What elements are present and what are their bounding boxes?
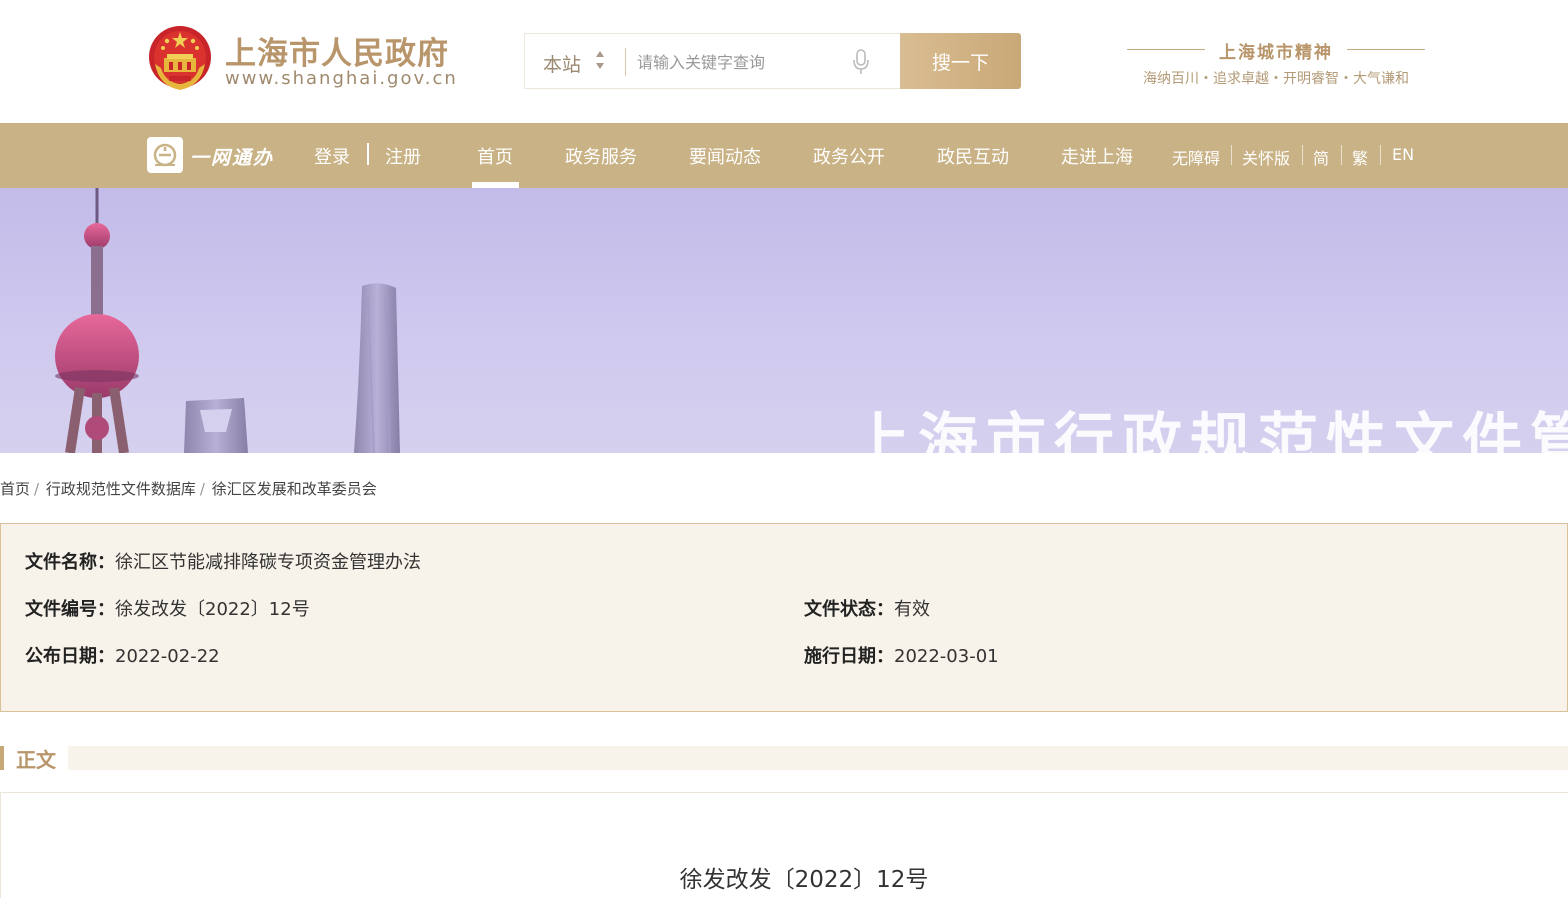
tool-divider: [1341, 145, 1342, 165]
english-link[interactable]: EN: [1392, 145, 1414, 164]
document-info-panel: 文件名称：徐汇区节能减排降碳专项资金管理办法 文件编号：徐发改发〔2022〕12…: [0, 523, 1568, 712]
accessibility-link[interactable]: 无障碍: [1172, 145, 1220, 169]
nav-item-news[interactable]: 要闻动态: [689, 143, 761, 169]
spirit-title: 上海城市精神: [1219, 43, 1333, 63]
publish-date-row: 公布日期：2022-02-22: [25, 642, 220, 668]
microphone-icon[interactable]: [851, 48, 871, 76]
effective-date-value: 2022-03-01: [894, 646, 999, 667]
nav-item-services[interactable]: 政务服务: [565, 143, 637, 169]
breadcrumb: 首页 / 行政规范性文件数据库 / 徐汇区发展和改革委员会: [0, 478, 379, 499]
spirit-subtitle: 海纳百川・追求卓越・开明睿智・大气谦和: [1143, 71, 1409, 87]
nav-item-interaction[interactable]: 政民互动: [937, 143, 1009, 169]
breadcrumb-separator: /: [34, 480, 40, 498]
search-scope-select[interactable]: 本站: [543, 50, 581, 77]
simplified-chinese-link[interactable]: 简: [1313, 145, 1329, 169]
nav-item-about-shanghai[interactable]: 走进上海: [1061, 143, 1133, 169]
search-divider: [625, 48, 626, 76]
section-header-bar: [0, 746, 1568, 770]
doc-name-value: 徐汇区节能减排降碳专项资金管理办法: [115, 552, 421, 573]
search-input[interactable]: [637, 46, 837, 78]
doc-status-row: 文件状态：有效: [804, 595, 930, 621]
doc-name-label: 文件名称：: [25, 552, 115, 573]
login-link[interactable]: 登录: [314, 143, 350, 169]
site-title: 上海市人民政府: [225, 36, 449, 72]
breadcrumb-database[interactable]: 行政规范性文件数据库: [46, 480, 196, 498]
nav-item-disclosure[interactable]: 政务公开: [813, 143, 885, 169]
doc-name-row: 文件名称：徐汇区节能减排降碳专项资金管理办法: [25, 548, 421, 574]
main-nav: 一网通办 登录 注册 首页 政务服务 要闻动态 政务公开 政民互动 走进上海 无…: [0, 123, 1568, 188]
sort-arrows-icon[interactable]: [595, 48, 605, 72]
breadcrumb-department[interactable]: 徐汇区发展和改革委员会: [212, 480, 377, 498]
national-emblem-icon: [149, 26, 211, 90]
doc-number-label: 文件编号：: [25, 599, 115, 620]
tool-divider: [1231, 145, 1232, 165]
breadcrumb-home[interactable]: 首页: [0, 480, 30, 498]
section-title: 正文: [16, 748, 56, 772]
site-header: 上海市人民政府 www.shanghai.gov.cn 本站 搜一下 上海城市精…: [0, 0, 1568, 123]
doc-number-row: 文件编号：徐发改发〔2022〕12号: [25, 595, 310, 621]
effective-date-label: 施行日期：: [804, 646, 894, 667]
search-button[interactable]: 搜一下: [900, 33, 1021, 89]
publish-date-value: 2022-02-22: [115, 646, 220, 667]
doc-number-value: 徐发改发〔2022〕12号: [115, 599, 310, 620]
elder-mode-link[interactable]: 关怀版: [1242, 145, 1290, 169]
search-box: 本站: [524, 33, 901, 89]
breadcrumb-separator: /: [199, 480, 205, 498]
site-url: www.shanghai.gov.cn: [225, 68, 458, 89]
doc-status-value: 有效: [894, 599, 930, 620]
tool-divider: [1380, 145, 1381, 165]
tool-divider: [1302, 145, 1303, 165]
effective-date-row: 施行日期：2022-03-01: [804, 642, 999, 668]
doc-status-label: 文件状态：: [804, 599, 894, 620]
section-marker: [0, 746, 4, 770]
publish-date-label: 公布日期：: [25, 646, 115, 667]
site-logo[interactable]: 上海市人民政府 www.shanghai.gov.cn: [147, 24, 456, 98]
traditional-chinese-link[interactable]: 繁: [1352, 145, 1368, 169]
document-number-heading: 徐发改发〔2022〕12号: [679, 867, 929, 893]
banner: 上海市行政规范性文件管理: [0, 188, 1568, 453]
login-divider: [367, 143, 369, 165]
ywtb-icon: [147, 137, 183, 173]
nav-item-home[interactable]: 首页: [477, 143, 513, 169]
ywtb-text: 一网通办: [190, 147, 275, 169]
register-link[interactable]: 注册: [385, 143, 421, 169]
city-spirit: 上海城市精神 海纳百川・追求卓越・开明睿智・大气谦和: [1127, 38, 1425, 90]
banner-title: 上海市行政规范性文件管理: [850, 407, 1568, 453]
